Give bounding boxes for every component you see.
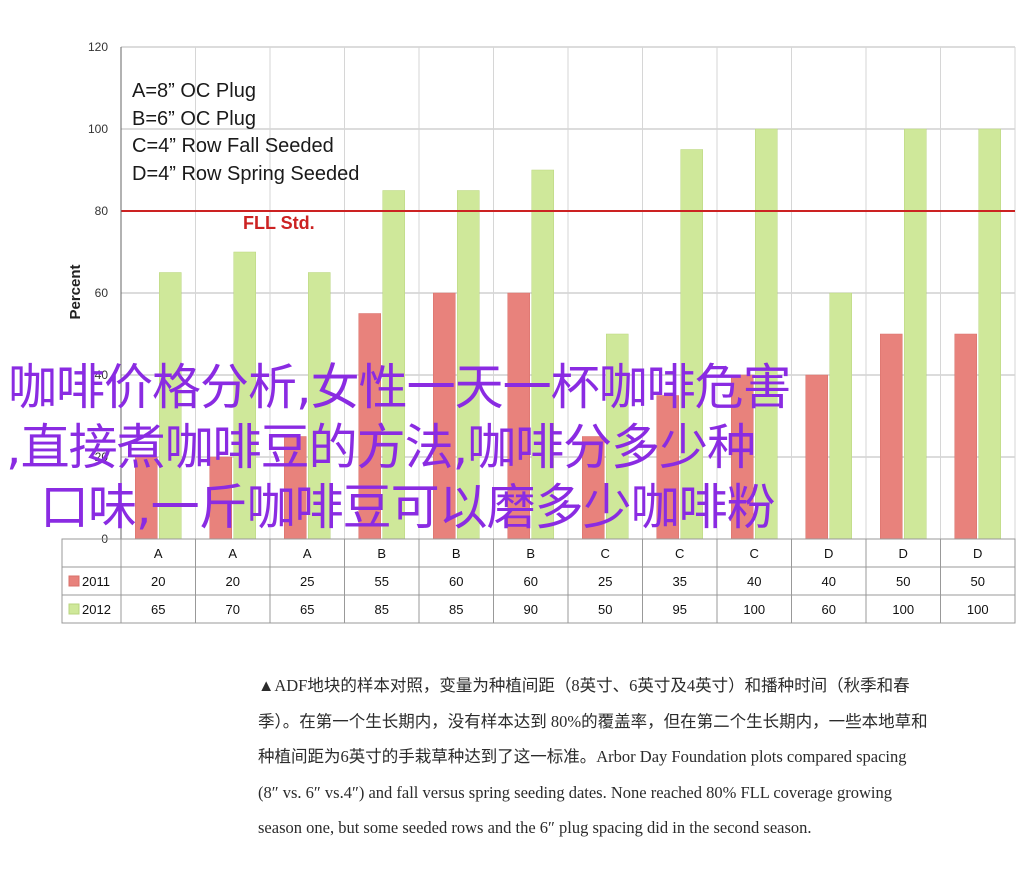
y-tick-label: 120: [88, 40, 108, 54]
caption-line-2: 季）。在第一个生长期内，没有样本达到 80%的覆盖率，但在第二个生长期内，一些本…: [258, 711, 928, 731]
y-tick-label: 80: [95, 204, 109, 218]
caption-line-3: 种植间距为6英寸的手栽草种达到了这一标准。Arbor Day Foundatio…: [258, 747, 907, 766]
table-value-2012: 65: [151, 602, 165, 617]
table-value-2012: 85: [449, 602, 463, 617]
table-value-2011: 60: [524, 574, 538, 589]
table-category: C: [750, 546, 759, 561]
bar-2011: [135, 456, 158, 540]
y-axis-label: Percent: [67, 264, 84, 319]
y-tick-label: 60: [95, 286, 109, 300]
bar-2012: [680, 149, 703, 540]
table-category: C: [675, 546, 684, 561]
table-value-2012: 70: [226, 602, 240, 617]
data-table: A 20 65 A 20 70 A 25 65 B 55 85 B 60 85 B 60 90 C 25 50 C 35 95…: [61, 538, 1016, 624]
table-value-2011: 50: [971, 574, 985, 589]
table-value-2011: 20: [151, 574, 165, 589]
bar-2011: [433, 292, 456, 540]
caption-line-4: (8″ vs. 6″ vs.4″) and fall versus spring…: [258, 782, 893, 802]
table-value-2011: 25: [300, 574, 314, 589]
bar-2012: [904, 128, 927, 540]
table-category: B: [377, 546, 386, 561]
table-category: D: [899, 546, 908, 561]
table-value-2011: 25: [598, 574, 612, 589]
key-line-c: C=4” Row Fall Seeded: [132, 135, 334, 157]
table-value-2012: 85: [375, 602, 389, 617]
fll-standard-label: FLL Std.: [243, 213, 315, 233]
table-value-2012: 95: [673, 602, 687, 617]
table-value-2011: 20: [226, 574, 240, 589]
legend-label-2012: 2012: [82, 602, 111, 617]
table-value-2011: 55: [375, 574, 389, 589]
figure-caption: ▲ADF地块的样本对照，变量为种植间距（8英寸、6英寸及4英寸）和播种时间（秋季…: [258, 668, 1018, 846]
bar-2012: [606, 333, 629, 540]
table-category: D: [973, 546, 982, 561]
table-category: A: [154, 546, 163, 561]
bar-2012: [531, 169, 554, 540]
table-value-2012: 100: [743, 602, 765, 617]
table-category: B: [452, 546, 461, 561]
key-line-b: B=6” OC Plug: [132, 107, 256, 130]
bar-2011: [880, 333, 903, 540]
table-value-2012: 100: [892, 602, 914, 617]
caption-line-5: season one, but some seeded rows and the…: [258, 818, 812, 837]
table-value-2012: 65: [300, 602, 314, 617]
bar-2011: [358, 313, 381, 540]
bar-2012: [382, 190, 405, 540]
bar-2012: [233, 251, 256, 540]
table-value-2012: 50: [598, 602, 612, 617]
key-line-d: D=4” Row Spring Seeded: [132, 162, 360, 185]
bar-2011: [582, 436, 605, 540]
table-value-2012: 100: [967, 602, 989, 617]
table-category: D: [824, 546, 833, 561]
table-category: A: [228, 546, 237, 561]
table-value-2011: 35: [673, 574, 687, 589]
bar-2012: [755, 128, 778, 540]
y-tick-label: 40: [95, 368, 109, 382]
bar-2012: [457, 190, 480, 540]
chart-key: A=8” OC Plug B=6” OC Plug C=4” Row Fall …: [132, 78, 359, 188]
legend-label-2011: 2011: [82, 574, 110, 589]
key-line-a: A=8” OC Plug: [132, 80, 256, 102]
table-category: C: [601, 546, 610, 561]
legend-swatch-2012: [68, 603, 80, 615]
table-value-2011: 60: [449, 574, 463, 589]
y-tick-label: 20: [95, 450, 109, 464]
bar-2012: [159, 272, 182, 540]
bar-2011: [507, 292, 530, 540]
legend-swatch-2011: [68, 575, 80, 587]
bar-2012: [978, 128, 1001, 540]
table-value-2012: 90: [524, 602, 538, 617]
bar-2012: [829, 292, 852, 540]
bar-2011: [731, 374, 754, 540]
bar-2011: [656, 395, 679, 540]
caption-line-1: ▲ADF地块的样本对照，变量为种植间距（8英寸、6英寸及4英寸）和播种时间（秋季…: [258, 676, 910, 695]
table-border: [61, 538, 1016, 624]
table-value-2011: 50: [896, 574, 910, 589]
y-tick-label: 100: [88, 122, 108, 136]
table-value-2012: 60: [822, 602, 836, 617]
bar-2011: [209, 456, 232, 540]
table-value-2011: 40: [822, 574, 836, 589]
table-category: A: [303, 546, 312, 561]
bar-2011: [954, 333, 977, 540]
table-category: B: [526, 546, 535, 561]
bar-2011: [284, 436, 307, 540]
table-value-2011: 40: [747, 574, 761, 589]
bar-2012: [308, 272, 331, 540]
bar-2011: [805, 374, 828, 540]
